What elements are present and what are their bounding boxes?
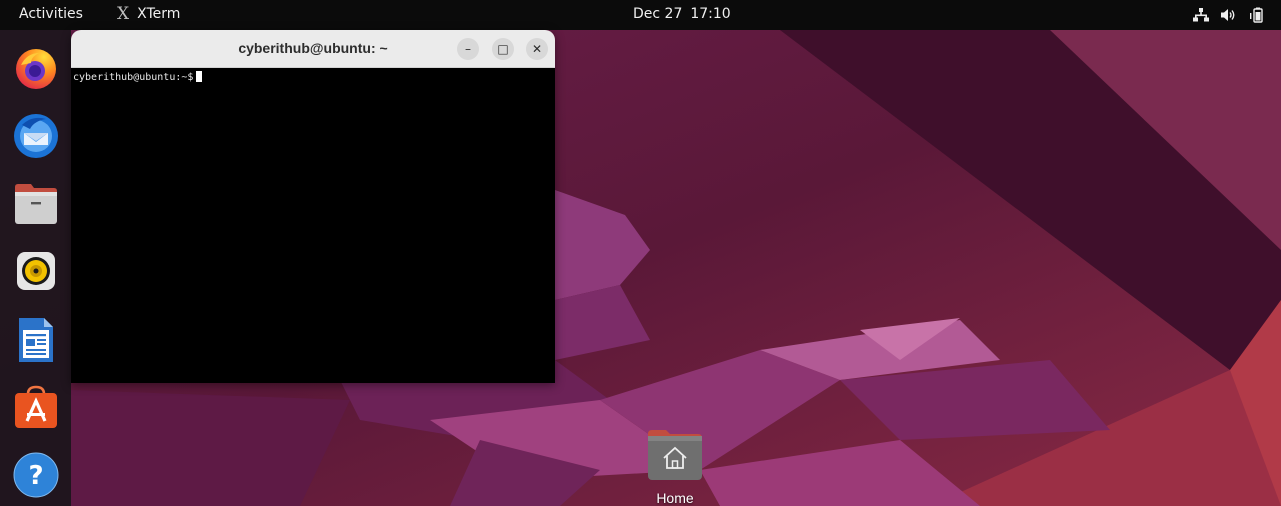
- window-titlebar[interactable]: cyberithub@ubuntu: ~ – □ ✕: [71, 30, 555, 68]
- app-menu-label: XTerm: [137, 6, 181, 22]
- clock[interactable]: Dec 27 17:10: [633, 6, 731, 22]
- network-icon[interactable]: [1193, 8, 1209, 22]
- shell-prompt: cyberithub@ubuntu:~$: [73, 72, 194, 83]
- help-icon: ?: [13, 452, 59, 498]
- terminal-area[interactable]: cyberithub@ubuntu:~$: [71, 68, 555, 383]
- close-button[interactable]: ✕: [526, 38, 548, 60]
- xterm-window[interactable]: cyberithub@ubuntu: ~ – □ ✕ cyberithub@ub…: [71, 30, 555, 383]
- dock-item-writer[interactable]: [11, 315, 61, 365]
- window-title: cyberithub@ubuntu: ~: [238, 40, 388, 56]
- writer-icon: [19, 318, 53, 362]
- software-icon: [15, 385, 57, 428]
- xterm-app-icon: X: [117, 4, 130, 24]
- home-folder-label[interactable]: Home: [646, 490, 704, 506]
- thunderbird-icon: [14, 114, 58, 158]
- volume-icon[interactable]: [1221, 8, 1237, 22]
- svg-text:?: ?: [28, 461, 43, 491]
- top-bar: Activities X XTerm Dec 27 17:10: [0, 0, 1281, 30]
- clock-time: 17:10: [690, 6, 731, 22]
- home-folder-icon[interactable]: [646, 428, 704, 482]
- dock: ?: [0, 30, 71, 506]
- dock-item-rhythmbox[interactable]: [11, 246, 61, 296]
- app-menu[interactable]: X XTerm: [117, 4, 181, 24]
- clock-date: Dec 27: [633, 6, 683, 22]
- text-cursor: [196, 71, 203, 82]
- system-tray[interactable]: [1193, 7, 1265, 23]
- battery-icon[interactable]: [1249, 7, 1265, 23]
- dock-item-firefox[interactable]: [11, 43, 61, 93]
- activities-button[interactable]: Activities: [19, 6, 83, 22]
- dock-item-software[interactable]: [11, 382, 61, 432]
- dock-item-thunderbird[interactable]: [11, 110, 61, 160]
- prompt-line: cyberithub@ubuntu:~$: [73, 71, 203, 83]
- rhythmbox-icon: [17, 252, 55, 290]
- firefox-icon: [16, 49, 56, 89]
- dock-item-help[interactable]: ?: [11, 450, 61, 500]
- maximize-button[interactable]: □: [492, 38, 514, 60]
- dock-item-files[interactable]: [11, 179, 61, 229]
- minimize-button[interactable]: –: [457, 38, 479, 60]
- files-icon: [15, 184, 57, 224]
